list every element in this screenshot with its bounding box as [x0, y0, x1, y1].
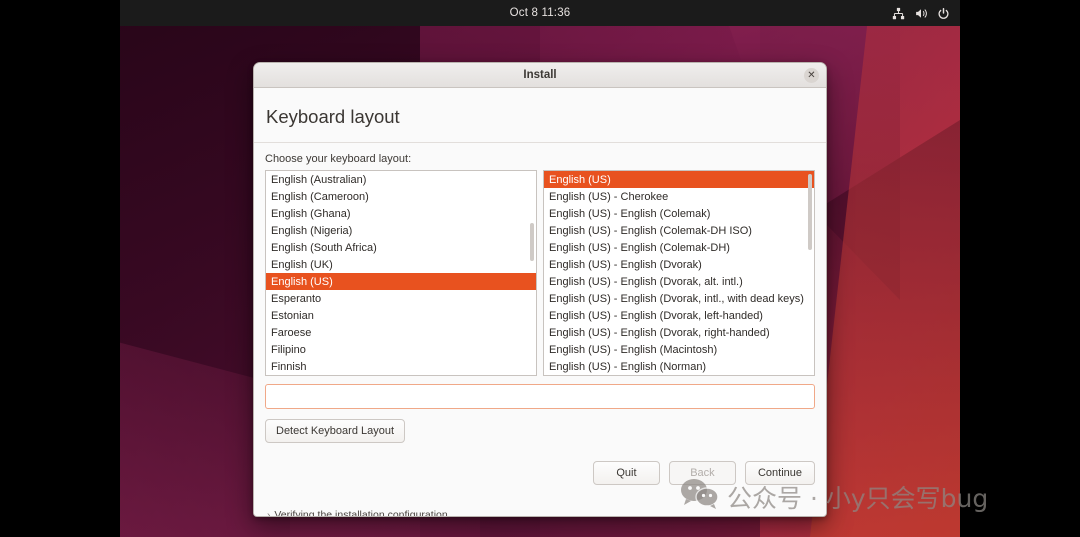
scrollbar-thumb[interactable] — [530, 223, 534, 261]
list-item[interactable]: Estonian — [266, 307, 536, 324]
list-item[interactable]: English (US) - English (Norman) — [544, 358, 814, 375]
list-item[interactable]: English (US) — [266, 273, 536, 290]
list-item[interactable]: English (US) - English (Colemak) — [544, 205, 814, 222]
list-item[interactable]: Esperanto — [266, 290, 536, 307]
status-row: › Verifying the installation configurati… — [267, 509, 815, 517]
keyboard-variant-list[interactable]: English (US)English (US) - CherokeeEngli… — [543, 170, 815, 376]
list-item[interactable]: English (Ghana) — [266, 205, 536, 222]
list-item[interactable]: English (US) - English (Dvorak, left-han… — [544, 307, 814, 324]
list-item[interactable]: English (Australian) — [266, 171, 536, 188]
list-item[interactable]: English (US) — [544, 171, 814, 188]
power-icon[interactable] — [937, 7, 950, 20]
list-item[interactable]: English (US) - English (Macintosh) — [544, 341, 814, 358]
choose-layout-label: Choose your keyboard layout: — [265, 153, 815, 165]
keyboard-layout-list[interactable]: English (Australian)English (Cameroon)En… — [265, 170, 537, 376]
list-item[interactable]: Filipino — [266, 341, 536, 358]
close-icon[interactable]: ✕ — [804, 68, 819, 83]
system-top-bar: Oct 8 11:36 — [120, 0, 960, 26]
clock-label[interactable]: Oct 8 11:36 — [510, 7, 571, 19]
window-titlebar: Install ✕ — [254, 63, 826, 88]
volume-icon[interactable] — [914, 7, 928, 20]
window-body: Choose your keyboard layout: English (Au… — [254, 143, 826, 517]
layout-lists: English (Australian)English (Cameroon)En… — [265, 170, 815, 376]
list-item[interactable]: Faroese — [266, 324, 536, 341]
back-button: Back — [669, 461, 736, 485]
list-item[interactable]: English (US) - English (Colemak-DH) — [544, 239, 814, 256]
list-item[interactable]: Finnish — [266, 358, 536, 375]
list-item[interactable]: English (US) - English (Dvorak) — [544, 256, 814, 273]
list-item[interactable]: English (US) - English (Colemak-DH ISO) — [544, 222, 814, 239]
continue-button[interactable]: Continue — [745, 461, 815, 485]
quit-button[interactable]: Quit — [593, 461, 660, 485]
list-item[interactable]: English (Cameroon) — [266, 188, 536, 205]
list-item[interactable]: English (US) - English (Dvorak, right-ha… — [544, 324, 814, 341]
page-title: Keyboard layout — [254, 88, 826, 143]
list-item[interactable]: English (US) - English (US, Symbolic) — [544, 375, 814, 376]
search-input[interactable] — [265, 384, 815, 409]
list-item[interactable]: English (US) - Cherokee — [544, 188, 814, 205]
navigation-buttons: Quit Back Continue — [265, 461, 815, 485]
chevron-right-icon[interactable]: › — [267, 510, 270, 518]
screen: Oct 8 11:36 Install ✕ Keyboard layout Ch… — [0, 0, 1080, 537]
status-text: Verifying the installation configuration… — [274, 509, 456, 517]
window-title: Install — [523, 69, 556, 81]
list-item[interactable]: French — [266, 375, 536, 376]
list-item[interactable]: English (South Africa) — [266, 239, 536, 256]
system-tray — [892, 0, 950, 26]
scrollbar-thumb[interactable] — [808, 174, 812, 250]
list-item[interactable]: English (Nigeria) — [266, 222, 536, 239]
network-wired-icon[interactable] — [892, 7, 905, 20]
list-item[interactable]: English (UK) — [266, 256, 536, 273]
list-item[interactable]: English (US) - English (Dvorak, intl., w… — [544, 290, 814, 307]
status-area: › Verifying the installation configurati… — [265, 509, 815, 517]
install-window: Install ✕ Keyboard layout Choose your ke… — [253, 62, 827, 517]
detect-keyboard-layout-button[interactable]: Detect Keyboard Layout — [265, 419, 405, 443]
list-item[interactable]: English (US) - English (Dvorak, alt. int… — [544, 273, 814, 290]
